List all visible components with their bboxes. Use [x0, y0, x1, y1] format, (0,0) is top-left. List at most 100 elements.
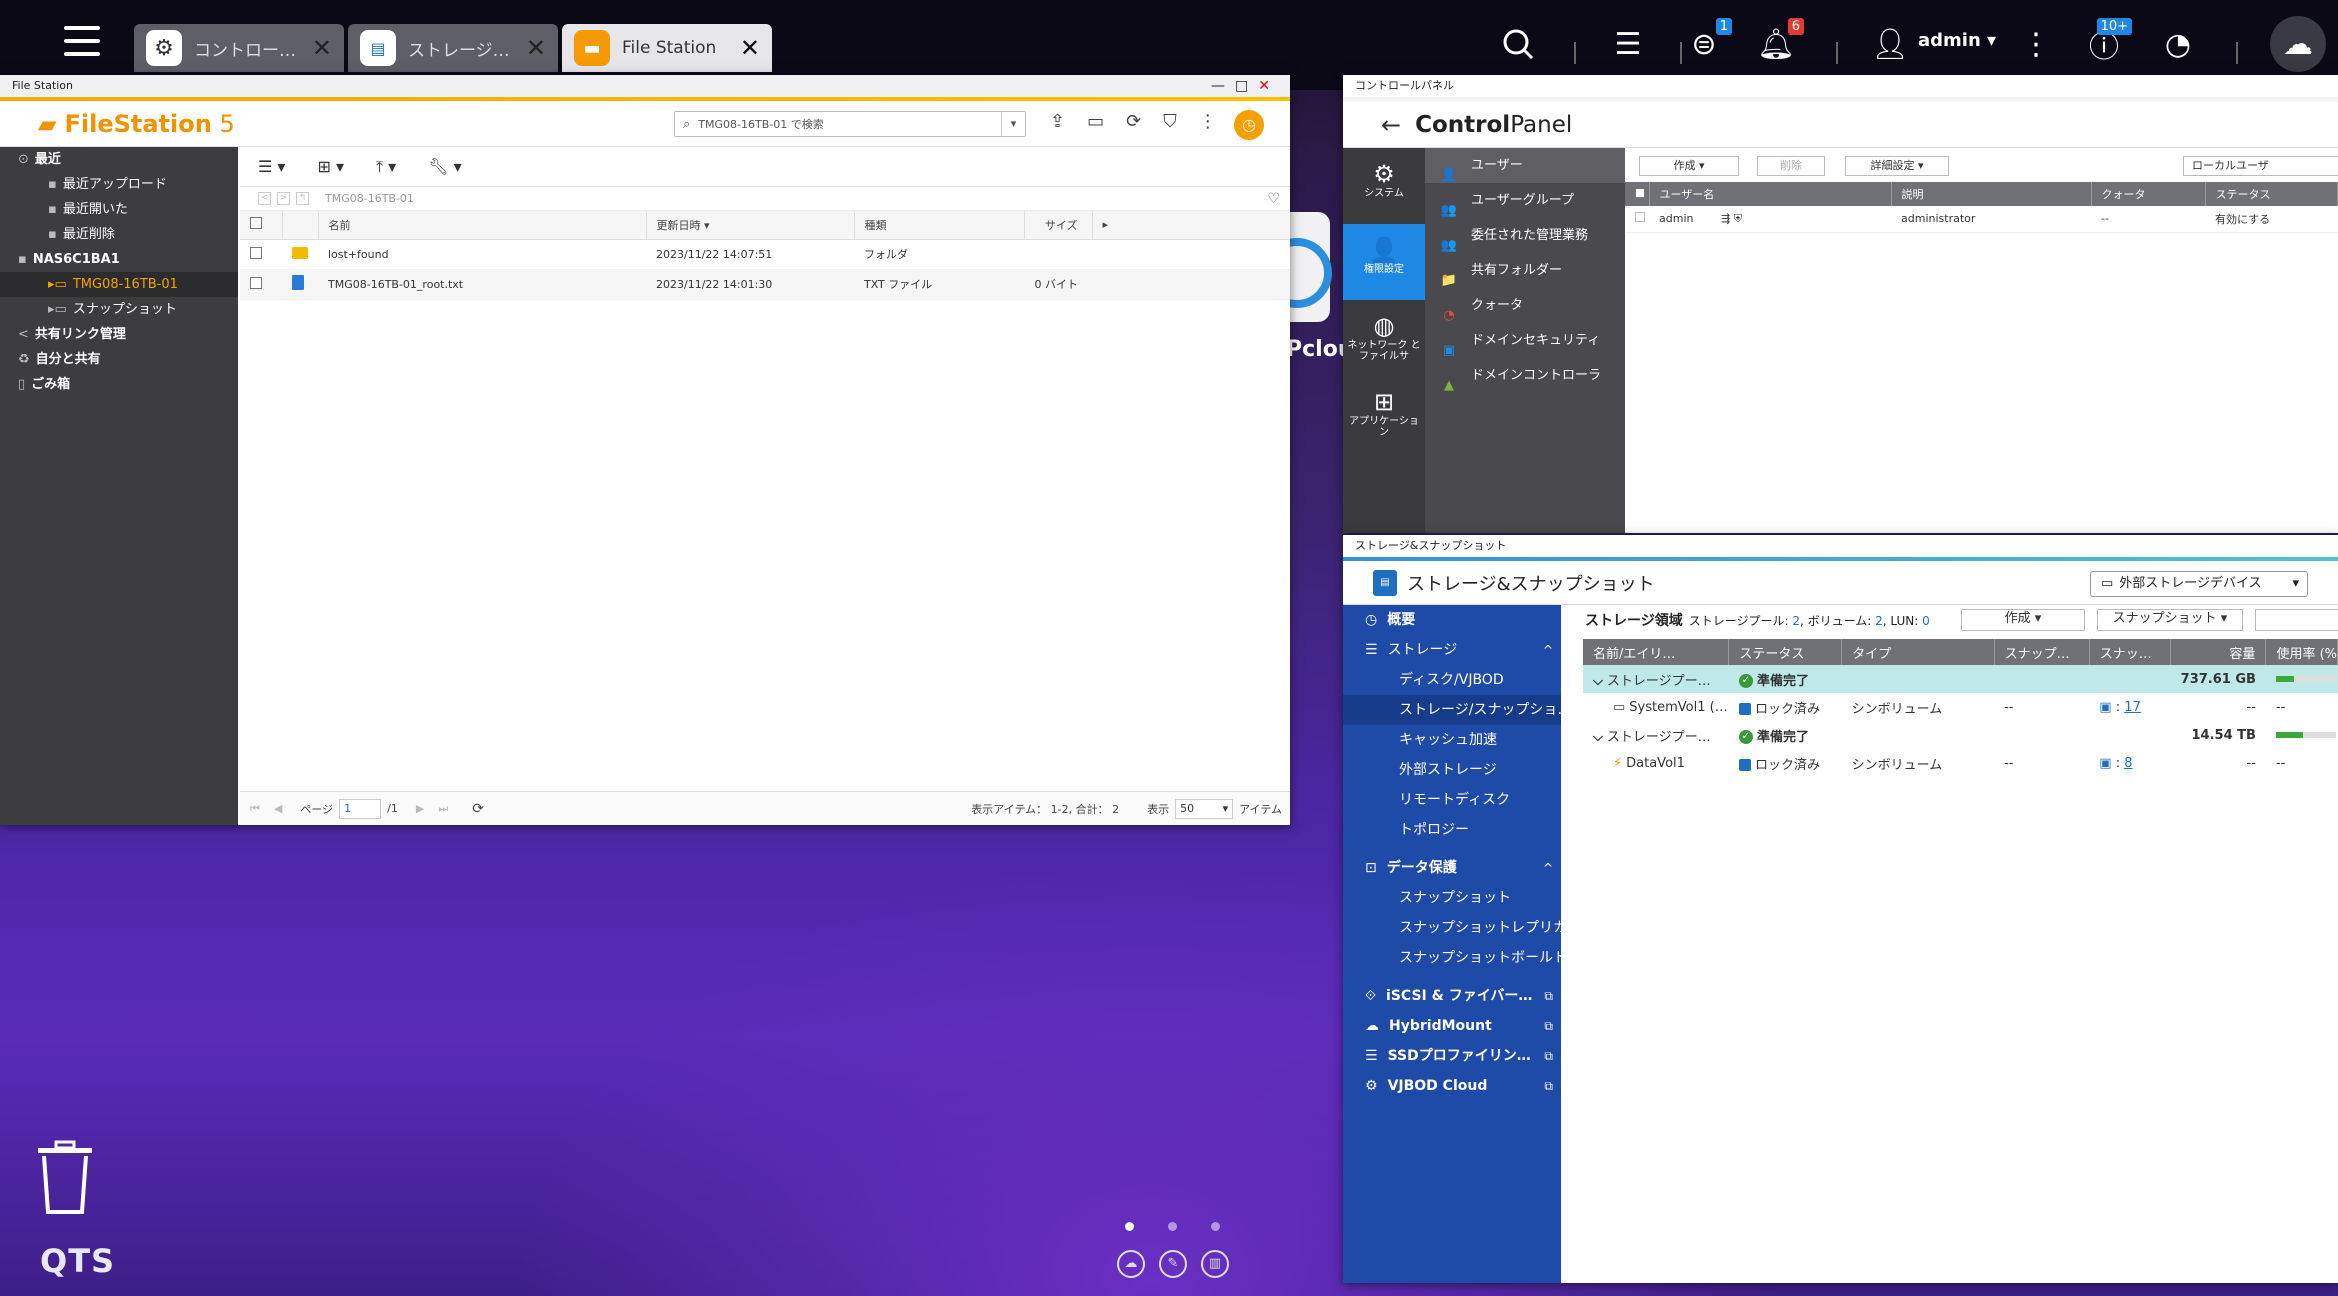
tab-file-station[interactable]: ▬ File Station ✕ — [562, 24, 772, 72]
next-page-icon[interactable]: ▶ — [416, 802, 424, 815]
select-all[interactable] — [240, 211, 283, 240]
checkbox[interactable] — [250, 217, 262, 230]
search-input[interactable]: ⌕ TMG08-16TB-01 で検索 ▾ — [674, 111, 1026, 137]
st-nav-item[interactable]: ⟐ iSCSI & ファイバー… ⧉ — [1343, 981, 1561, 1011]
st-nav-item[interactable]: ⊡ データ保護 ^ — [1343, 853, 1561, 883]
user-icon[interactable]: 👤︎ — [1866, 20, 1914, 68]
col-snapshot-count[interactable]: スナッ… — [2089, 639, 2172, 665]
cp-menu-item[interactable]: ◔ クォータ — [1425, 288, 1625, 323]
background-tasks-icon[interactable]: ⊜ 1 — [1680, 18, 1732, 68]
row-checkbox[interactable] — [240, 239, 282, 270]
cp-category[interactable]: ⊞ アプリケーション — [1343, 376, 1425, 452]
advanced-settings-button[interactable]: 詳細設定 ▾ — [1845, 156, 1949, 176]
col-menu[interactable]: ▸ — [1092, 211, 1290, 240]
search-icon[interactable] — [1494, 20, 1542, 68]
page-dot[interactable] — [1211, 1222, 1220, 1231]
page-dot[interactable] — [1125, 1222, 1134, 1231]
cp-menu-item[interactable]: ▣ ドメインセキュリティ — [1425, 323, 1625, 358]
sidebar-item[interactable]: ▪ NAS6C1BA1 — [0, 247, 238, 272]
external-link-icon[interactable]: ⧉ — [1544, 1071, 1553, 1101]
st-nav-item[interactable]: ◷ 概要 — [1343, 605, 1561, 635]
col-description[interactable]: 説明 — [1891, 182, 2092, 206]
refresh-icon[interactable]: ⟳ — [1126, 111, 1141, 132]
st-nav-item[interactable]: リモートディスク — [1343, 785, 1561, 815]
table-row[interactable]: TMG08-16TB-01_root.txt 2023/11/22 14:01:… — [240, 269, 1290, 300]
dashboard-icon[interactable]: ⓘ 10+ — [2080, 18, 2132, 68]
external-link-icon[interactable]: ⧉ — [1544, 981, 1553, 1011]
back-icon[interactable]: < — [258, 192, 271, 205]
bell-icon[interactable]: 🔔︎ 6 — [1752, 18, 1804, 68]
col-capacity[interactable]: 容量 — [2170, 639, 2267, 665]
main-menu-icon[interactable] — [64, 26, 100, 60]
cp-menu-item[interactable]: ▲ ドメインコントローラ — [1425, 358, 1625, 393]
create-button[interactable]: 作成 ▾ — [1639, 156, 1739, 176]
st-nav-item[interactable]: ディスク/VJBOD — [1343, 665, 1561, 695]
maximize-icon[interactable]: □ — [1235, 78, 1258, 94]
parent-folder-icon[interactable]: ↰ — [296, 192, 309, 205]
upload-icon[interactable]: ⤒ ▾ — [376, 157, 396, 177]
external-link-icon[interactable]: ⧉ — [1544, 1011, 1553, 1041]
last-page-icon[interactable]: ⏭ — [438, 802, 448, 816]
snapshot-count-link[interactable]: 8 — [2124, 756, 2132, 771]
cp-menu-item[interactable]: 📁 共有フォルダー — [1425, 253, 1625, 288]
prev-page-icon[interactable]: ◀ — [274, 802, 282, 815]
snapshot-button[interactable]: スナップショット ▾ — [2097, 609, 2243, 631]
col-type[interactable]: タイプ — [1841, 639, 1995, 665]
cp-category[interactable]: 👤 権限設定 — [1343, 224, 1425, 300]
sidebar-item[interactable]: < 共有リンク管理 — [0, 322, 238, 347]
close-icon[interactable]: ✕ — [312, 34, 332, 62]
st-nav-item[interactable]: ☁ HybridMount ⧉ — [1343, 1011, 1561, 1041]
checkbox[interactable] — [1635, 212, 1645, 223]
file-name[interactable]: TMG08-16TB-01_root.txt — [318, 269, 646, 300]
st-nav-item[interactable]: スナップショット — [1343, 883, 1561, 913]
st-nav-item[interactable]: スナップショットレプリカ — [1343, 913, 1561, 943]
page-dot[interactable] — [1168, 1222, 1177, 1231]
row-checkbox[interactable] — [1625, 206, 1649, 233]
tool-icon[interactable]: ✎ — [1159, 1250, 1187, 1278]
tab-control-panel[interactable]: ⚙ コントロー… ✕ — [134, 24, 344, 72]
sidebar-item[interactable]: ▯ ごみ箱 — [0, 372, 238, 397]
back-arrow-icon[interactable]: ← — [1381, 111, 1401, 139]
trash-icon[interactable] — [34, 1140, 96, 1215]
tools-icon[interactable]: 🔧︎ ▾ — [428, 157, 461, 176]
cp-menu-item[interactable]: 👤 ユーザー — [1425, 148, 1625, 183]
col-name[interactable]: 名前 — [318, 211, 647, 240]
background-task-icon[interactable]: ◷ — [1234, 110, 1264, 140]
user-menu[interactable]: admin ▾ — [1918, 30, 1996, 51]
table-row[interactable]: ⌵ ストレージプー… ✓ 準備完了 737.61 GB — [1583, 665, 2338, 693]
st-nav-item[interactable]: ☰ SSDプロファイリン… ⧉ — [1343, 1041, 1561, 1071]
more-icon[interactable]: ⋮ — [1199, 111, 1217, 132]
sidebar-item[interactable]: ⊙ 最近 — [0, 147, 238, 172]
cp-category[interactable]: ⚙ システム — [1343, 148, 1425, 224]
sidebar-item[interactable]: ▪ 最近アップロード — [0, 172, 238, 197]
close-icon[interactable]: ✕ — [740, 34, 760, 62]
st-nav-item[interactable]: スナップショットボールト — [1343, 943, 1561, 973]
table-row[interactable]: ⌵ ストレージプー… ✓ 準備完了 14.54 TB — [1583, 721, 2338, 749]
external-link-icon[interactable]: ⧉ — [1544, 1041, 1553, 1071]
checkbox[interactable] — [250, 276, 262, 289]
col-modified[interactable]: 更新日時 ▾ — [646, 211, 855, 240]
sidebar-item[interactable]: ▪ 最近削除 — [0, 222, 238, 247]
window-controls[interactable]: —□✕ — [1211, 75, 1280, 97]
minimize-icon[interactable]: — — [1211, 78, 1235, 94]
col-status[interactable]: ステータス — [1728, 639, 1843, 665]
st-nav-item[interactable]: ⚙ VJBOD Cloud ⧉ — [1343, 1071, 1561, 1101]
sidebar-item[interactable]: ▪ 最近開いた — [0, 197, 238, 222]
sidebar-item[interactable]: ♻ 自分と共有 — [0, 347, 238, 372]
tab-storage[interactable]: ▤ ストレージ… ✕ — [348, 24, 558, 72]
st-nav-item[interactable]: ストレージ/スナップショ… — [1343, 695, 1561, 725]
upload-icon[interactable]: ⇪ — [1050, 111, 1065, 132]
table-row[interactable]: ▭ SystemVol1 (… ロック済み シンボリューム -- ▣ : 17 -… — [1583, 693, 2338, 721]
close-icon[interactable]: ✕ — [526, 34, 546, 62]
cloud-icon[interactable]: ☁ — [2270, 16, 2326, 72]
cp-menu-item[interactable]: 👥 委任された管理業務 — [1425, 218, 1625, 253]
more-icon[interactable]: ⋮ — [2012, 20, 2060, 68]
refresh-icon[interactable]: ⟳ — [472, 801, 484, 817]
checkbox[interactable] — [1635, 187, 1645, 198]
delete-button[interactable]: 削除 — [1757, 156, 1825, 176]
table-row[interactable]: lost+found 2023/11/22 14:07:51 フォルダ — [240, 239, 1290, 270]
checkbox[interactable] — [250, 246, 262, 259]
user-type-select[interactable]: ローカルユーザ — [2183, 156, 2338, 176]
st-nav-item[interactable]: 外部ストレージ — [1343, 755, 1561, 785]
file-name[interactable]: lost+found — [318, 239, 646, 270]
